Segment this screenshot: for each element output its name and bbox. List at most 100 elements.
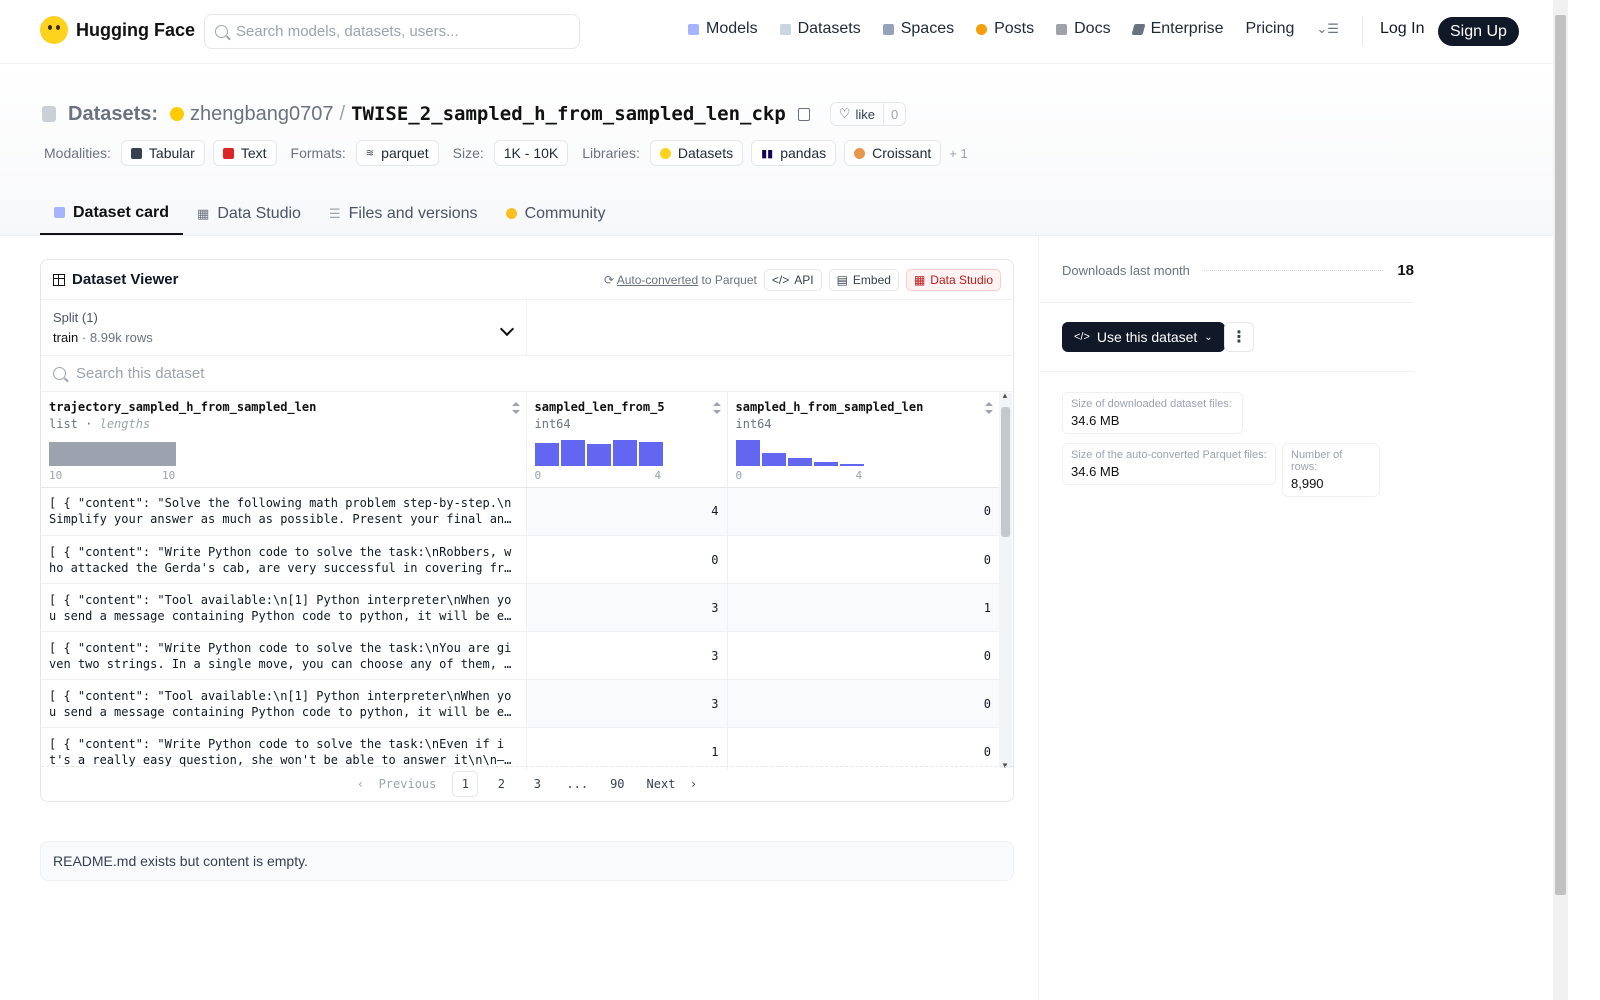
text-icon [222,147,234,159]
tag-text[interactable]: Text [212,140,277,166]
scrollbar-thumb[interactable] [1001,407,1010,537]
nav-spaces-label: Spaces [900,20,955,37]
column-name: trajectory_sampled_h_from_sampled_len [49,400,317,414]
histogram-max: 4 [654,469,662,482]
column-header[interactable]: sampled_h_from_sampled_len int64 0 4 [727,392,999,488]
cell-sampled-h[interactable]: 0 [727,679,999,728]
cell-sampled-len[interactable]: 3 [526,583,728,632]
embed-button[interactable]: ▤ Embed [828,268,899,291]
cell-sampled-h[interactable]: 0 [727,535,999,584]
sort-icon[interactable] [511,402,520,414]
enterprise-icon [1131,23,1146,35]
previous-page-button[interactable]: ‹ Previous [351,771,442,797]
column-header[interactable]: sampled_len_from_5 int64 0 4 [526,392,728,488]
sort-icon[interactable] [985,402,993,414]
histogram-bar [787,458,812,466]
page-button[interactable]: 1 [452,771,479,797]
like-button[interactable]: ♡ like 0 [829,102,907,126]
cell-trajectory[interactable]: [ { "content": "Write Python code to sol… [41,631,527,680]
tab-files-and-versions[interactable]: ☰ Files and versions [315,192,492,235]
kebab-icon: ⋮ [1231,329,1247,346]
api-button[interactable]: </> API [763,268,822,291]
nav-enterprise[interactable]: Enterprise [1131,20,1223,38]
tag-parquet[interactable]: ≋ parquet [355,140,439,166]
cell-sampled-len[interactable]: 3 [526,679,728,728]
api-label: API [794,272,814,287]
tab-community[interactable]: Community [492,192,620,235]
page-scrollbar[interactable] [1553,0,1568,1000]
tag-tabular[interactable]: Tabular [120,140,205,166]
cell-sampled-h[interactable]: 1 [727,583,999,632]
libraries-more[interactable]: + 1 [949,146,967,161]
tag-pandas[interactable]: ▮▮ pandas [751,140,837,166]
column-header[interactable]: trajectory_sampled_h_from_sampled_len li… [41,392,527,488]
cell-trajectory[interactable]: [ { "content": "Tool available:\n[1] Pyt… [41,679,527,728]
cell-sampled-len[interactable]: 3 [526,631,728,680]
cell-trajectory[interactable]: [ { "content": "Tool available:\n[1] Pyt… [41,583,527,632]
table-row[interactable]: [ { "content": "Solve the following math… [41,487,999,536]
more-options-button[interactable]: ⋮ [1224,322,1254,352]
page-button[interactable]: 2 [488,771,514,797]
tag-size-label: 1K - 10K [503,145,559,161]
sidebar-divider [1040,371,1414,372]
cell-trajectory[interactable]: [ { "content": "Write Python code to sol… [41,727,527,769]
table-body-scroll[interactable]: [ { "content": "Solve the following math… [41,487,1013,769]
data-studio-button[interactable]: ▦ Data Studio [905,268,1001,291]
nav-datasets[interactable]: Datasets [779,20,861,38]
sidebar-divider [1040,302,1414,303]
nav-posts[interactable]: Posts [976,20,1034,38]
table-row[interactable]: [ { "content": "Write Python code to sol… [41,727,999,769]
cell-sampled-len[interactable]: 1 [526,727,728,769]
tag-datasets-lib[interactable]: Datasets [649,140,744,166]
viewer-title: Dataset Viewer [53,271,178,288]
tag-croissant[interactable]: Croissant [844,140,942,166]
histogram-max: 10 [162,469,176,482]
login-link[interactable]: Log In [1380,20,1424,38]
auto-converted-link[interactable]: Auto-converted [617,273,698,287]
cell-sampled-h[interactable]: 0 [727,487,999,536]
nav-models[interactable]: Models [688,20,758,38]
nav-more-menu[interactable]: ⌄☰ [1316,21,1339,37]
use-this-dataset-button[interactable]: </> Use this dataset ⌄ [1062,322,1225,352]
cell-sampled-len[interactable]: 4 [526,487,728,536]
cell-trajectory[interactable]: [ { "content": "Write Python code to sol… [41,535,527,584]
cell-sampled-h[interactable]: 0 [727,631,999,680]
breadcrumb-datasets[interactable]: Datasets: [68,103,158,126]
nav-pricing[interactable]: Pricing [1245,20,1294,38]
histogram-max: 4 [855,469,863,482]
cell-sampled-len[interactable]: 0 [526,535,728,584]
nav-docs[interactable]: Docs [1056,20,1111,38]
tab-dataset-card[interactable]: Dataset card [40,192,184,235]
owner-link[interactable]: zhengbang0707 [190,103,333,126]
page-button[interactable]: 3 [524,771,550,797]
sort-icon[interactable] [712,402,721,414]
models-icon [688,23,699,35]
table-row[interactable]: [ { "content": "Write Python code to sol… [41,535,999,584]
pandas-icon: ▮▮ [761,147,774,160]
table-row[interactable]: [ { "content": "Tool available:\n[1] Pyt… [41,583,999,632]
brand-logo[interactable]: Hugging Face [40,16,195,44]
global-search-input[interactable]: Search models, datasets, users... [204,14,580,49]
signup-button[interactable]: Sign Up [1438,17,1519,46]
dataset-search-input[interactable]: Search this dataset [41,356,1013,392]
downloaded-size-label: Size of downloaded dataset files: [1071,398,1232,410]
table-row[interactable]: [ { "content": "Tool available:\n[1] Pyt… [41,679,999,728]
column-type-label: list [49,417,78,431]
table-scrollbar[interactable]: ▲ ▼ [999,391,1012,770]
auto-converted-note[interactable]: ⟳ Auto-converted to Parquet [604,273,757,287]
cell-sampled-h[interactable]: 0 [727,727,999,769]
nav-spaces[interactable]: Spaces [882,20,955,38]
code-icon: </> [1074,331,1090,343]
split-selector[interactable]: Split (1) train · 8.99k rows [41,300,527,355]
page-scrollbar-thumb[interactable] [1555,15,1566,895]
copy-icon[interactable] [797,107,810,121]
table-row[interactable]: [ { "content": "Write Python code to sol… [41,631,999,680]
search-placeholder: Search models, datasets, users... [236,23,459,40]
tag-size[interactable]: 1K - 10K [493,140,569,166]
histogram-min: 10 [49,469,63,482]
cell-trajectory[interactable]: [ { "content": "Solve the following math… [41,487,527,536]
tab-data-studio[interactable]: ▦ Data Studio [183,192,315,235]
community-icon [505,208,517,219]
page-button[interactable]: 90 [604,771,630,797]
next-page-button[interactable]: Next › [641,771,704,797]
